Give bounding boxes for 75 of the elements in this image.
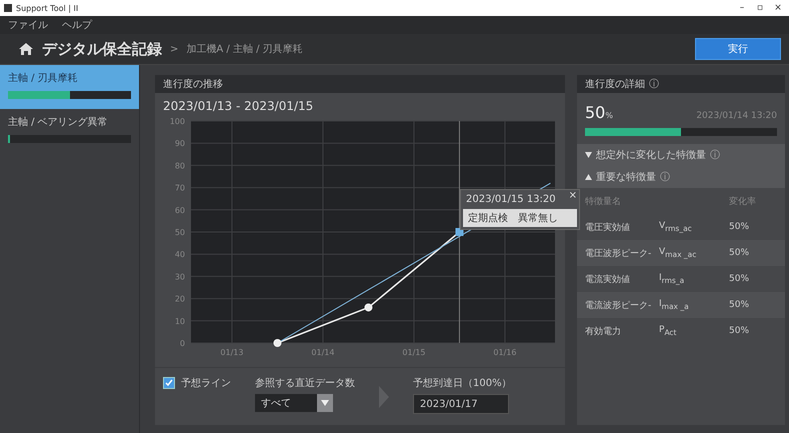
change-rate: 50% (729, 274, 750, 284)
section-title: 重要な特徴量 (596, 170, 656, 184)
info-icon: ⓘ (710, 148, 720, 162)
axis-label: 60 (174, 206, 185, 215)
axis-label: 100 (170, 117, 185, 126)
axis-label: 30 (174, 272, 185, 282)
page-title: デジタル保全記録 (42, 40, 162, 58)
menu-item[interactable]: ファイル (8, 18, 48, 32)
caret-icon (321, 400, 329, 406)
axis-label: 70 (174, 184, 185, 193)
close-button[interactable]: × (566, 190, 579, 201)
feature-symbol: P$_{Act}$ (659, 325, 678, 337)
axis-label: 20 (174, 294, 185, 304)
checkbox[interactable] (163, 377, 175, 389)
feature-name: 電圧実効値 (585, 222, 631, 234)
change-rate: 50% (729, 248, 750, 258)
change-rate: 50% (729, 222, 750, 232)
data-count-select[interactable]: すべて (255, 394, 333, 412)
home-icon[interactable] (18, 42, 34, 56)
axis-label: 01/16 (493, 348, 516, 357)
run-button[interactable]: 実行 (695, 38, 781, 60)
column-header: 特徴量名 (585, 196, 622, 208)
sidebar-item[interactable]: 主軸 / 刃具摩耗 (0, 65, 139, 109)
feature-symbol: I$_{max _a}$ (659, 299, 690, 311)
timestamp: 2023/01/14 13:20 (696, 111, 777, 121)
feature-symbol: V$_{max _ac}$ (659, 247, 698, 259)
checkbox-label: 予想ライン (181, 376, 231, 390)
axis-label: 01/15 (402, 348, 426, 357)
feature-name: 電圧波形ピーク- (585, 248, 652, 260)
data-point[interactable] (364, 303, 372, 312)
breadcrumb-separator: > (170, 44, 178, 54)
axis-label: 01/13 (220, 348, 244, 357)
feature-name: 電流波形ピーク- (585, 300, 652, 312)
panel-title: 進行度の推移 (163, 78, 223, 91)
axis-label: 0 (180, 339, 185, 348)
field-label: 予想到達日（100%） (413, 376, 512, 390)
sidebar-item[interactable]: 主軸 / ベアリング異常 (0, 109, 139, 153)
progress-percent: 50 (585, 103, 606, 122)
feature-name: 電流実効値 (585, 274, 631, 286)
section-title: 想定外に変化した特徴量 (596, 148, 706, 162)
feature-symbol: V$_{rms_ac}$ (659, 221, 693, 233)
item-label: 主軸 / ベアリング異常 (8, 116, 109, 129)
panel-title: 進行度の詳細 (585, 78, 645, 91)
axis-label: 80 (174, 161, 185, 170)
close-button[interactable]: × (771, 3, 785, 13)
tooltip-note: 定期点検 異常無し (463, 209, 577, 227)
tooltip-time: 2023/01/15 13:20 (465, 193, 557, 207)
change-rate: 50% (729, 326, 750, 336)
change-rate: 50% (729, 300, 750, 310)
axis-label: 40 (174, 250, 185, 260)
minimize-button[interactable]: – (735, 3, 749, 13)
axis-label: 01/14 (311, 348, 334, 357)
axis-label: 50 (174, 228, 185, 237)
percent-unit: % (605, 111, 613, 120)
data-point[interactable] (273, 339, 282, 347)
feature-name: 有効電力 (585, 326, 622, 338)
app-icon (4, 4, 12, 12)
item-label: 主軸 / 刃具摩耗 (8, 72, 79, 85)
collapsed-icon (585, 152, 592, 158)
info-icon: ⓘ (649, 77, 659, 91)
info-icon: ⓘ (660, 170, 670, 184)
section-header[interactable]: 想定外に変化した特徴量 ⓘ (577, 144, 785, 166)
date-field[interactable]: 2023/01/17 (413, 394, 509, 414)
window-title: Support Tool | II (16, 4, 80, 12)
axis-label: 90 (174, 139, 185, 148)
date-range: 2023/01/13 - 2023/01/15 (162, 98, 314, 113)
section-header[interactable]: 重要な特徴量 ⓘ (577, 166, 785, 188)
menu-item[interactable]: ヘルプ (62, 18, 92, 32)
expanded-icon (585, 174, 592, 180)
axis-label: 10 (174, 316, 185, 326)
feature-symbol: I$_{rms_a}$ (659, 273, 686, 285)
column-header: 変化率 (729, 196, 757, 208)
breadcrumb: 加工機A / 主軸 / 刃具摩耗 (186, 42, 303, 56)
maximize-button[interactable]: ▫ (753, 3, 767, 13)
field-label: 参照する直近データ数 (255, 376, 355, 390)
